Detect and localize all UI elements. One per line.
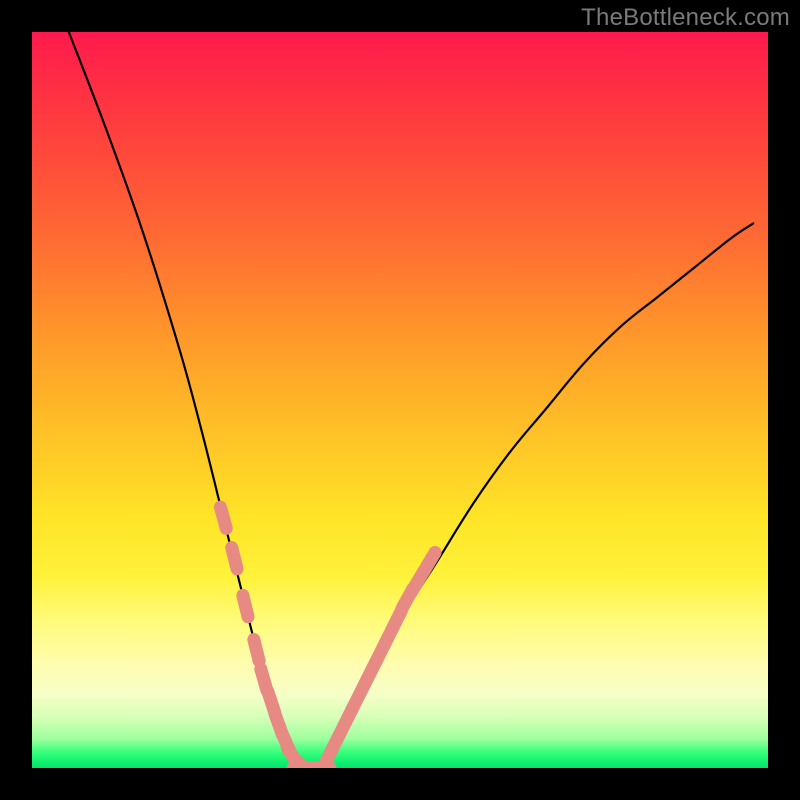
marker-segment <box>254 640 259 661</box>
chart-svg <box>32 32 768 768</box>
data-markers <box>220 507 435 768</box>
plot-area <box>32 32 768 768</box>
bottleneck-curve <box>69 32 753 768</box>
marker-segment <box>232 548 237 569</box>
chart-frame: TheBottleneck.com <box>0 0 800 800</box>
marker-segment <box>220 507 226 528</box>
curve-path <box>69 32 753 768</box>
watermark-text: TheBottleneck.com <box>581 4 790 32</box>
marker-segment <box>243 595 248 616</box>
